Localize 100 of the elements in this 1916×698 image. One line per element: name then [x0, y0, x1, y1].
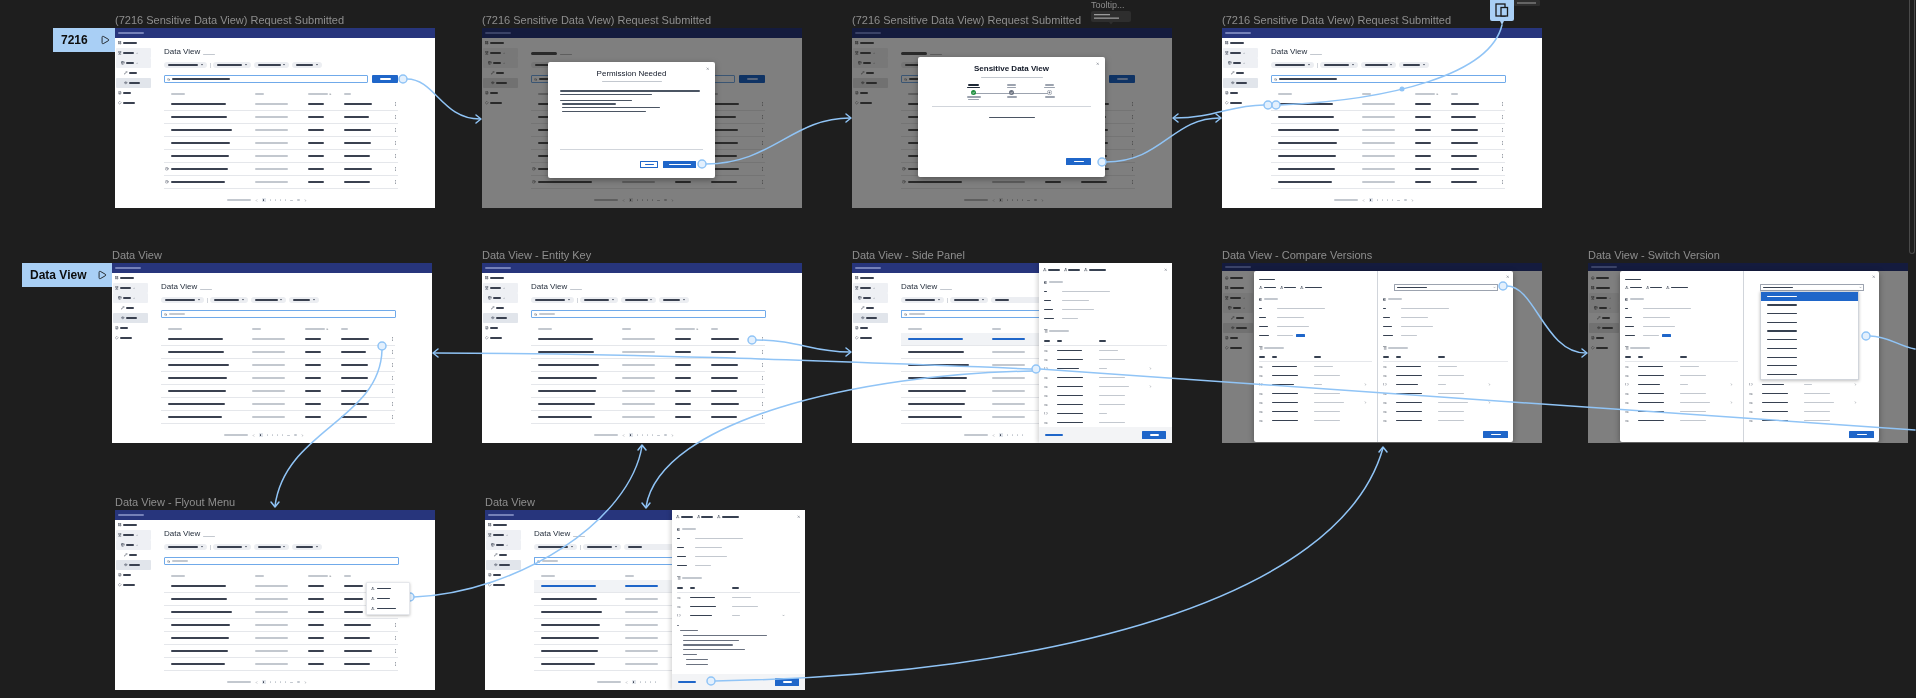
clock-icon — [902, 180, 906, 184]
version-select[interactable] — [1760, 284, 1864, 291]
flow-start-button[interactable]: 7216 — [53, 28, 115, 52]
text-type-icon — [1625, 365, 1629, 368]
filter-dropdown[interactable] — [253, 544, 289, 550]
text-type-icon — [1383, 410, 1387, 413]
search-field[interactable] — [1271, 75, 1506, 83]
filter-dropdown[interactable] — [210, 297, 248, 303]
tab-link[interactable] — [1279, 285, 1296, 290]
close-button[interactable] — [1142, 431, 1166, 439]
frame-title: Data View - Switch Version — [1588, 249, 1720, 261]
tab-link[interactable] — [1063, 268, 1080, 272]
chevron-right-icon[interactable] — [1488, 401, 1491, 404]
caret-down-icon — [1351, 64, 1354, 66]
half-circle-icon — [677, 527, 680, 531]
view-versions-link[interactable] — [1045, 434, 1063, 436]
list-icon — [1625, 346, 1629, 350]
search-button[interactable] — [372, 75, 398, 83]
search-field[interactable] — [534, 557, 672, 565]
arrow-down-icon — [329, 574, 332, 578]
tab-link[interactable] — [676, 515, 693, 519]
filter-dropdown[interactable] — [253, 62, 289, 68]
filter-dropdown[interactable] — [164, 62, 207, 68]
frame-title: Data View — [485, 496, 535, 508]
filter-dropdown[interactable] — [1399, 62, 1429, 68]
filter-dropdown[interactable] — [534, 544, 577, 550]
filter-dropdown[interactable] — [950, 297, 988, 303]
table-icon — [858, 296, 862, 300]
filter-dropdown[interactable] — [659, 297, 689, 303]
tab-link[interactable] — [1084, 268, 1106, 272]
filter-dropdown[interactable] — [1360, 62, 1396, 68]
tab-link[interactable] — [696, 515, 713, 519]
close-button[interactable] — [775, 678, 799, 686]
request-access-button[interactable] — [663, 161, 696, 168]
trophy-icon — [855, 51, 859, 55]
table-icon — [1594, 306, 1598, 310]
search-field[interactable] — [161, 310, 396, 318]
grid-icon — [1225, 286, 1229, 290]
chevron-up-icon — [505, 543, 508, 547]
close-icon[interactable] — [1095, 62, 1099, 66]
text-type-icon — [1749, 419, 1753, 422]
grid-icon — [115, 276, 119, 280]
close-button[interactable] — [1483, 431, 1508, 438]
braces-icon — [1044, 412, 1048, 415]
caret-down-icon — [315, 64, 318, 66]
version-select[interactable] — [1394, 284, 1498, 291]
clock-icon — [165, 180, 169, 184]
tab-link[interactable] — [717, 515, 739, 519]
close-icon[interactable] — [1163, 268, 1167, 272]
filter-dropdown[interactable] — [1320, 62, 1358, 68]
filter-dropdown[interactable] — [531, 297, 574, 303]
tab-link[interactable] — [1043, 268, 1060, 272]
filter-dropdown[interactable] — [292, 544, 322, 550]
filter-dropdown[interactable] — [990, 297, 1039, 303]
tab-link[interactable] — [1645, 285, 1662, 290]
device-marker[interactable] — [1490, 0, 1514, 25]
text-type-icon — [1625, 401, 1629, 404]
close-icon[interactable] — [705, 67, 709, 71]
search-field[interactable] — [901, 310, 1039, 318]
filter-dropdown[interactable] — [623, 544, 672, 550]
tab-link[interactable] — [1259, 285, 1276, 290]
filter-dropdown[interactable] — [164, 544, 207, 550]
close-button[interactable] — [1066, 158, 1091, 165]
filter-dropdown[interactable] — [583, 544, 621, 550]
cancel-button[interactable] — [640, 161, 658, 168]
close-icon[interactable] — [1505, 275, 1509, 279]
close-icon[interactable] — [796, 515, 800, 519]
filter-dropdown[interactable] — [161, 297, 204, 303]
filter-dropdown[interactable] — [580, 297, 618, 303]
close-button[interactable] — [1849, 431, 1874, 438]
tab-link[interactable] — [1300, 285, 1322, 290]
filter-dropdown[interactable] — [213, 544, 251, 550]
search-field[interactable] — [164, 557, 399, 565]
caret-down-icon — [312, 299, 315, 301]
hierarchy-icon — [717, 515, 721, 519]
filter-dropdown[interactable] — [620, 297, 656, 303]
trophy-icon — [118, 51, 122, 55]
close-icon[interactable] — [1871, 275, 1875, 279]
caret-down-icon — [1307, 64, 1310, 66]
eye-icon — [1231, 81, 1235, 85]
search-field[interactable] — [531, 310, 766, 318]
search-field[interactable] — [164, 75, 368, 83]
tab-link[interactable] — [1625, 285, 1642, 290]
filter-dropdown[interactable] — [289, 297, 319, 303]
filter-dropdown[interactable] — [213, 62, 251, 68]
search-button[interactable] — [1109, 75, 1135, 83]
text-type-icon — [1749, 392, 1753, 395]
hierarchy-icon — [696, 515, 700, 519]
text-type-icon — [1259, 401, 1263, 404]
table-icon — [118, 296, 122, 300]
flow-start-button[interactable]: Data View — [22, 263, 112, 287]
pencil-icon — [124, 71, 128, 75]
filter-dropdown[interactable] — [250, 297, 286, 303]
view-versions-link[interactable] — [678, 681, 696, 683]
filter-dropdown[interactable] — [1271, 62, 1314, 68]
tab-link[interactable] — [1666, 285, 1688, 290]
chevron-down-icon — [1492, 286, 1496, 289]
filter-dropdown[interactable] — [901, 297, 944, 303]
grid-icon — [118, 41, 122, 45]
filter-dropdown[interactable] — [292, 62, 322, 68]
